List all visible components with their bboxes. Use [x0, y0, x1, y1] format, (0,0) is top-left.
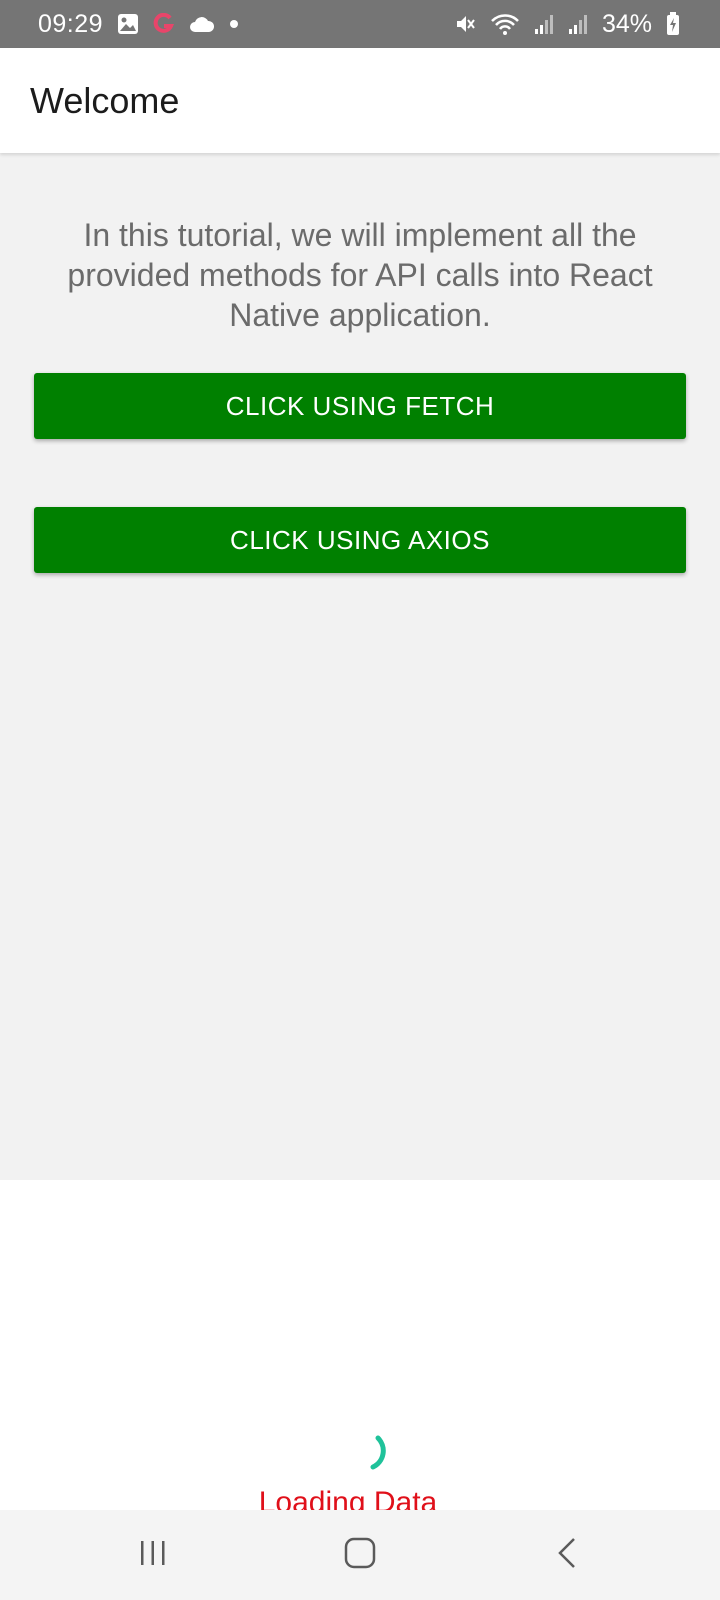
status-bar: 09:29 34% — [0, 0, 720, 48]
app-notification-icon — [153, 13, 175, 35]
battery-charging-icon — [666, 12, 680, 36]
mute-icon — [454, 13, 476, 35]
loading-text: Loading Data — [258, 1486, 438, 1510]
back-button[interactable] — [522, 1520, 612, 1590]
axios-button[interactable]: CLICK USING AXIOS — [34, 507, 686, 573]
back-icon — [555, 1536, 579, 1575]
status-right: 34% — [454, 10, 680, 39]
intro-text: In this tutorial, we will implement all … — [67, 217, 653, 333]
recents-icon — [138, 1538, 168, 1573]
loading-panel: Loading Data — [0, 1180, 720, 1510]
wifi-icon — [490, 12, 520, 36]
home-button[interactable] — [315, 1520, 405, 1590]
signal-icon — [568, 13, 588, 35]
signal-icon — [534, 13, 554, 35]
app-screen: 09:29 34% Welcome In this tutorial, we w… — [0, 0, 720, 1600]
recents-button[interactable] — [108, 1520, 198, 1590]
home-icon — [343, 1536, 377, 1575]
main-content: In this tutorial, we will implement all … — [0, 153, 720, 1180]
spinner-icon — [346, 1432, 392, 1478]
app-bar: Welcome — [0, 48, 720, 153]
status-left: 09:29 — [38, 10, 239, 39]
page-title: Welcome — [30, 79, 180, 121]
cloud-icon — [189, 15, 215, 33]
dot-icon — [229, 19, 239, 29]
navigation-bar — [0, 1510, 720, 1600]
status-time: 09:29 — [38, 9, 104, 38]
battery-percent: 34% — [601, 9, 652, 38]
fetch-button[interactable]: CLICK USING FETCH — [34, 373, 686, 439]
gallery-icon — [117, 13, 139, 35]
